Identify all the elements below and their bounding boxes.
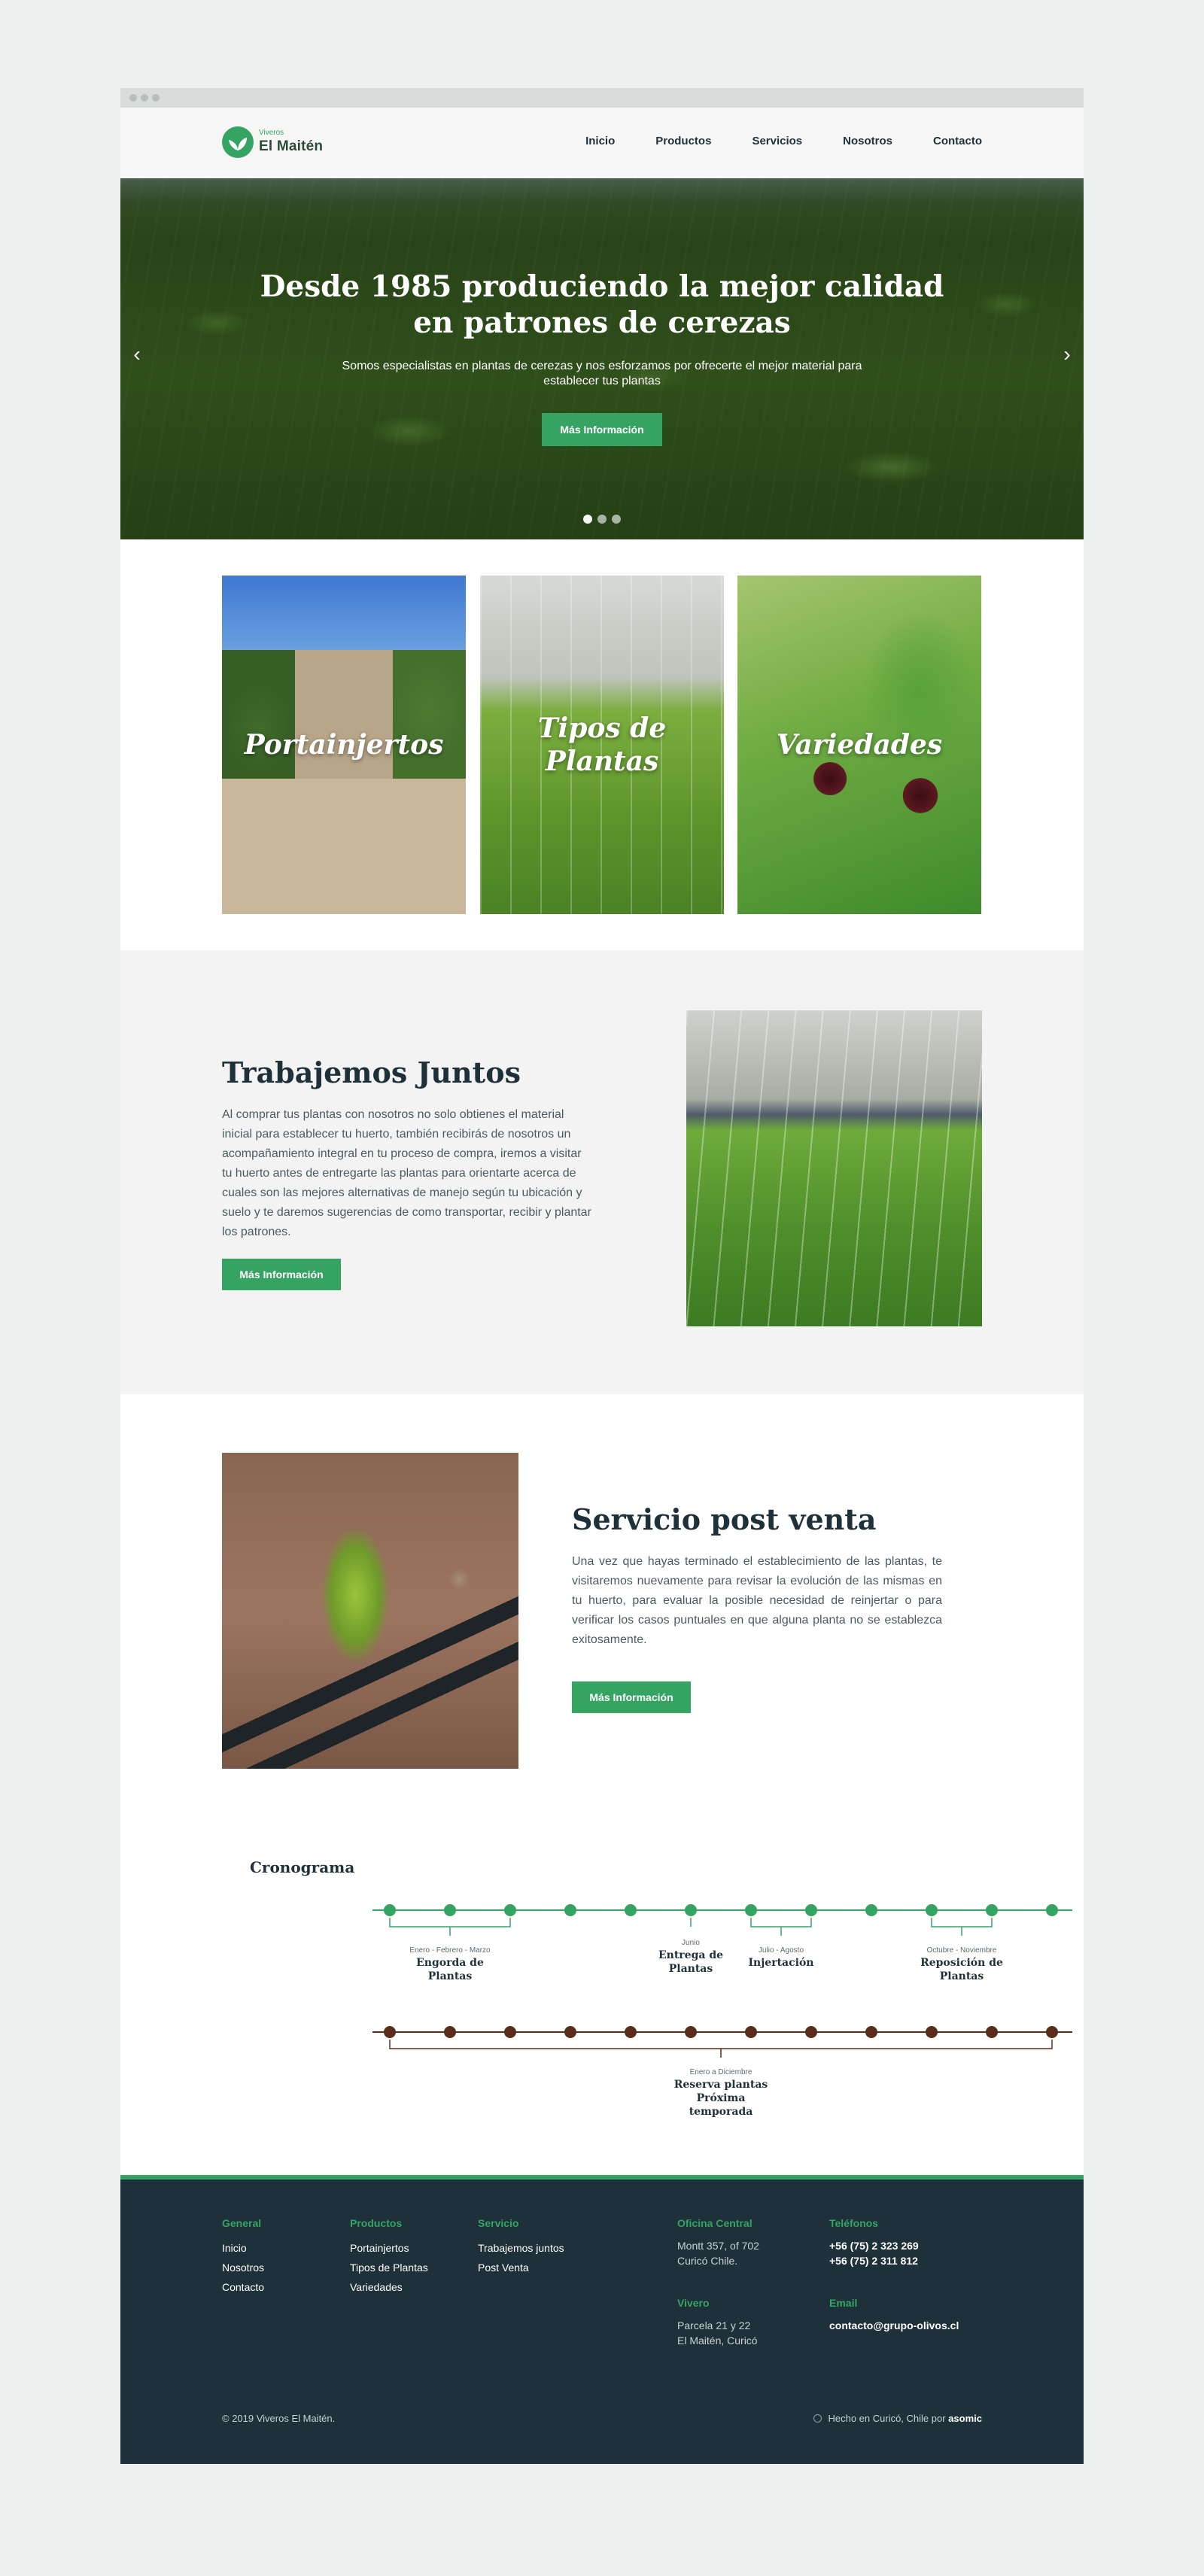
footer-heading: Servicio — [478, 2217, 519, 2229]
green-event-label: Enero - Febrero - Marzo Engorda de Planta… — [409, 1946, 491, 1983]
footer-heading: Email — [829, 2297, 858, 2309]
footer-link-contacto[interactable]: Contacto — [222, 2277, 264, 2297]
green-event-label: Junio Entrega de Plantas — [649, 1939, 732, 1976]
nav-contacto[interactable]: Contacto — [933, 135, 982, 147]
trabajemos-text: Al comprar tus plantas con nosotros no s… — [222, 1108, 591, 1238]
footer-link-tipos-de-plantas[interactable]: Tipos de Plantas — [350, 2258, 428, 2277]
footer-general: General Inicio Nosotros Contacto — [222, 2217, 264, 2297]
footer-heading: Teléfonos — [829, 2217, 879, 2229]
oficina-address-line1: Montt 357, of 702 — [677, 2240, 759, 2252]
hero-slider: Desde 1985 produciendo la mejor calidad … — [120, 178, 1084, 539]
footer-heading: Oficina Central — [677, 2217, 752, 2229]
event-title: Injertación — [748, 1957, 814, 1969]
cronograma-title: Cronograma — [250, 1858, 355, 1876]
window-dot — [129, 94, 137, 102]
seedling-photo — [222, 1453, 518, 1769]
made-in-text: Hecho en Curicó, Chile por — [828, 2413, 946, 2424]
category-portainjertos[interactable]: Portainjertos — [222, 576, 466, 914]
trabajemos-title: Trabajemos Juntos — [222, 1056, 521, 1089]
nav-nosotros[interactable]: Nosotros — [843, 135, 892, 147]
browser-chrome — [120, 88, 1084, 108]
logo-name: El Maitén — [259, 138, 324, 154]
chevron-left-icon[interactable]: ‹ — [128, 342, 146, 372]
phone-1[interactable]: +56 (75) 2 323 269 — [829, 2238, 919, 2253]
event-title: Reserva plantas Próxima temporada — [673, 2079, 768, 2118]
footer-heading: Vivero — [677, 2297, 710, 2309]
green-event-label: Octubre - Noviembre Reposición de Plantas — [905, 1946, 1018, 1983]
trabajemos-section: Trabajemos Juntos Al comprar tus plantas… — [120, 950, 1084, 1394]
footer-email: Email contacto@grupo-olivos.cl — [829, 2297, 959, 2333]
category-variedades[interactable]: Variedades — [737, 576, 981, 914]
footer-heading: Productos — [350, 2217, 403, 2229]
hero-more-info-button[interactable]: Más Información — [542, 413, 662, 446]
trabajemos-more-info-button[interactable]: Más Información — [222, 1259, 341, 1290]
hero-subtitle: Somos especialistas en plantas de cereza… — [342, 360, 862, 387]
window-dot — [141, 94, 148, 102]
copyright: © 2019 Viveros El Maitén. — [222, 2413, 336, 2424]
vivero-address-line2: El Maitén, Curicó — [677, 2334, 758, 2347]
logo[interactable]: Viveros El Maitén — [222, 126, 342, 160]
made-by: Hecho en Curicó, Chile por asomic — [813, 2413, 982, 2424]
slider-dot[interactable] — [612, 515, 621, 524]
hero-title-line2: en patrones de cerezas — [413, 305, 791, 340]
postventa-text: Una vez que hayas terminado el estableci… — [572, 1555, 942, 1646]
site-header: Viveros El Maitén Inicio Productos Servi… — [120, 108, 1084, 178]
hero-title-line1: Desde 1985 produciendo la mejor calidad — [260, 269, 944, 304]
footer-link-inicio[interactable]: Inicio — [222, 2238, 264, 2258]
nav-productos[interactable]: Productos — [655, 135, 711, 147]
event-period: Junio — [682, 1939, 700, 1947]
footer-link-trabajemos-juntos[interactable]: Trabajemos juntos — [478, 2238, 564, 2258]
event-period: Enero - Febrero - Marzo — [409, 1946, 491, 1955]
event-title: Engorda de Plantas — [416, 1957, 484, 1982]
footer-telefonos: Teléfonos +56 (75) 2 323 269 +56 (75) 2 … — [829, 2217, 919, 2268]
slider-dot[interactable] — [583, 515, 592, 524]
nav-inicio[interactable]: Inicio — [585, 135, 615, 147]
slider-dots — [120, 515, 1084, 524]
footer-vivero: Vivero Parcela 21 y 22 El Maitén, Curicó — [677, 2297, 758, 2348]
oficina-address-line2: Curicó Chile. — [677, 2255, 738, 2267]
brown-event-label: Enero a Diciembre Reserva plantas Próxima… — [664, 2068, 777, 2119]
category-label: Portainjertos — [244, 729, 444, 761]
nav-servicios[interactable]: Servicios — [752, 135, 802, 147]
window-dot — [152, 94, 160, 102]
vivero-address-line1: Parcela 21 y 22 — [677, 2319, 751, 2331]
event-title: Reposición de Plantas — [920, 1957, 1003, 1982]
event-title: Entrega de Plantas — [658, 1949, 724, 1975]
chevron-right-icon[interactable]: › — [1058, 342, 1076, 372]
slider-dot[interactable] — [597, 515, 607, 524]
leaf-logo-icon — [222, 126, 254, 158]
event-period: Julio - Agosto — [758, 1946, 804, 1955]
greenhouse-photo — [686, 1010, 982, 1326]
green-event-label: Julio - Agosto Injertación — [740, 1946, 822, 1970]
event-period: Octubre - Noviembre — [926, 1946, 997, 1955]
site-footer: General Inicio Nosotros Contacto Product… — [120, 2175, 1084, 2464]
postventa-more-info-button[interactable]: Más Información — [572, 1681, 691, 1713]
event-period: Enero a Diciembre — [689, 2068, 752, 2076]
footer-productos: Productos Portainjertos Tipos de Plantas… — [350, 2217, 428, 2297]
email-link[interactable]: contacto@grupo-olivos.cl — [829, 2318, 959, 2333]
agency-link[interactable]: asomic — [948, 2413, 982, 2424]
browser-frame: Viveros El Maitén Inicio Productos Servi… — [120, 88, 1084, 2464]
footer-link-nosotros[interactable]: Nosotros — [222, 2258, 264, 2277]
postventa-title: Servicio post venta — [572, 1502, 877, 1536]
footer-oficina: Oficina Central Montt 357, of 702 Curicó… — [677, 2217, 759, 2268]
footer-link-post-venta[interactable]: Post Venta — [478, 2258, 564, 2277]
main-nav: Inicio Productos Servicios Nosotros Cont… — [585, 135, 982, 147]
footer-link-variedades[interactable]: Variedades — [350, 2277, 428, 2297]
logo-tagline: Viveros — [259, 129, 284, 137]
category-label: Variedades — [776, 729, 943, 761]
footer-servicio: Servicio Trabajemos juntos Post Venta — [478, 2217, 564, 2277]
category-tipos-de-plantas[interactable]: Tipos de Plantas — [480, 576, 724, 914]
globe-icon — [813, 2414, 822, 2423]
footer-heading: General — [222, 2217, 262, 2229]
footer-link-portainjertos[interactable]: Portainjertos — [350, 2238, 428, 2258]
hero-title: Desde 1985 produciendo la mejor calidad … — [120, 269, 1084, 341]
phone-2[interactable]: +56 (75) 2 311 812 — [829, 2253, 919, 2268]
category-label: Tipos de Plantas — [537, 712, 667, 777]
